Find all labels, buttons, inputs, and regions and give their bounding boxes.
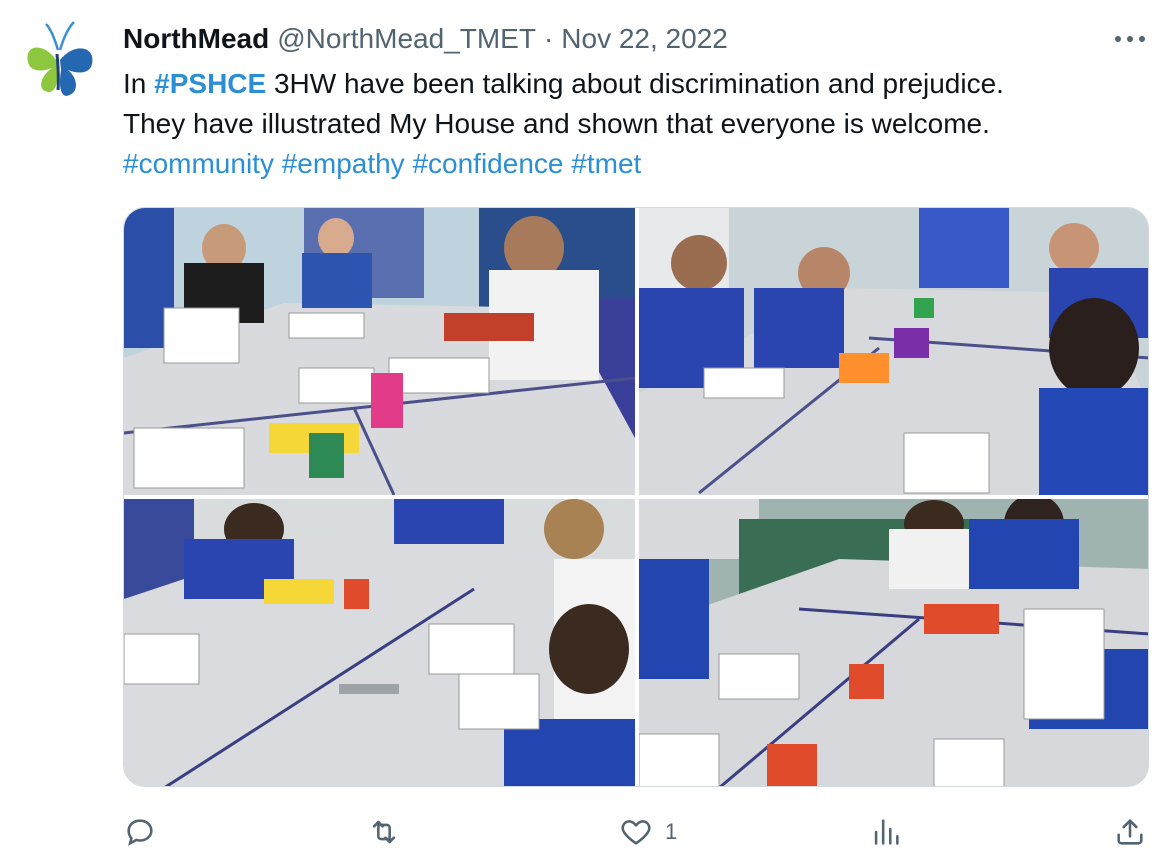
photo-illustration — [639, 208, 1148, 495]
share-icon — [1117, 819, 1143, 845]
classroom-photo-2[interactable] — [639, 208, 1148, 495]
like-count: 1 — [665, 819, 678, 844]
share-button[interactable] — [1113, 808, 1147, 856]
media-grid — [123, 207, 1149, 787]
hashtag-confidence[interactable]: #confidence — [412, 148, 563, 179]
separator-dot: · — [543, 23, 554, 54]
text-fragment: 3HW have been talking about discriminati… — [266, 68, 1004, 99]
tweet-actions: 1 — [123, 808, 1153, 856]
tweet-text: In #PSHCE 3HW have been talking about di… — [123, 64, 1133, 184]
photo-illustration — [124, 499, 635, 786]
hashtag-line: #community #empathy #confidence #tmet — [123, 144, 1133, 184]
tweet-header: NorthMead @NorthMead_TMET · Nov 22, 2022 — [123, 22, 1113, 56]
retweet-button[interactable] — [367, 808, 401, 856]
hashtag-community[interactable]: #community — [123, 148, 274, 179]
user-handle[interactable]: @NorthMead_TMET — [277, 23, 536, 55]
heart-icon — [621, 820, 651, 845]
more-options-button[interactable] — [1113, 24, 1147, 54]
hashtag-empathy[interactable]: #empathy — [282, 148, 405, 179]
views-button[interactable] — [869, 808, 903, 856]
butterfly-logo-icon — [27, 21, 93, 96]
photo-illustration — [124, 208, 635, 495]
retweet-icon — [372, 820, 396, 844]
more-horizontal-icon — [1115, 36, 1145, 42]
classroom-photo-1[interactable] — [124, 208, 635, 495]
photo-illustration — [639, 499, 1148, 786]
classroom-photo-4[interactable] — [639, 499, 1148, 786]
avatar[interactable] — [22, 20, 96, 100]
tweet: NorthMead @NorthMead_TMET · Nov 22, 2022… — [0, 0, 1167, 868]
reply-button[interactable] — [123, 808, 157, 856]
reply-icon — [127, 819, 153, 846]
classroom-photo-3[interactable] — [124, 499, 635, 786]
tweet-text-line-2: They have illustrated My House and shown… — [123, 108, 990, 139]
hashtag-pshce[interactable]: #PSHCE — [154, 68, 266, 99]
tweet-text-line-1: In #PSHCE 3HW have been talking about di… — [123, 64, 1133, 104]
display-name[interactable]: NorthMead — [123, 23, 269, 55]
tweet-date[interactable]: Nov 22, 2022 — [561, 23, 728, 55]
text-fragment: In — [123, 68, 155, 99]
like-button[interactable]: 1 — [619, 808, 677, 856]
hashtag-tmet[interactable]: #tmet — [571, 148, 641, 179]
views-icon — [874, 819, 899, 845]
